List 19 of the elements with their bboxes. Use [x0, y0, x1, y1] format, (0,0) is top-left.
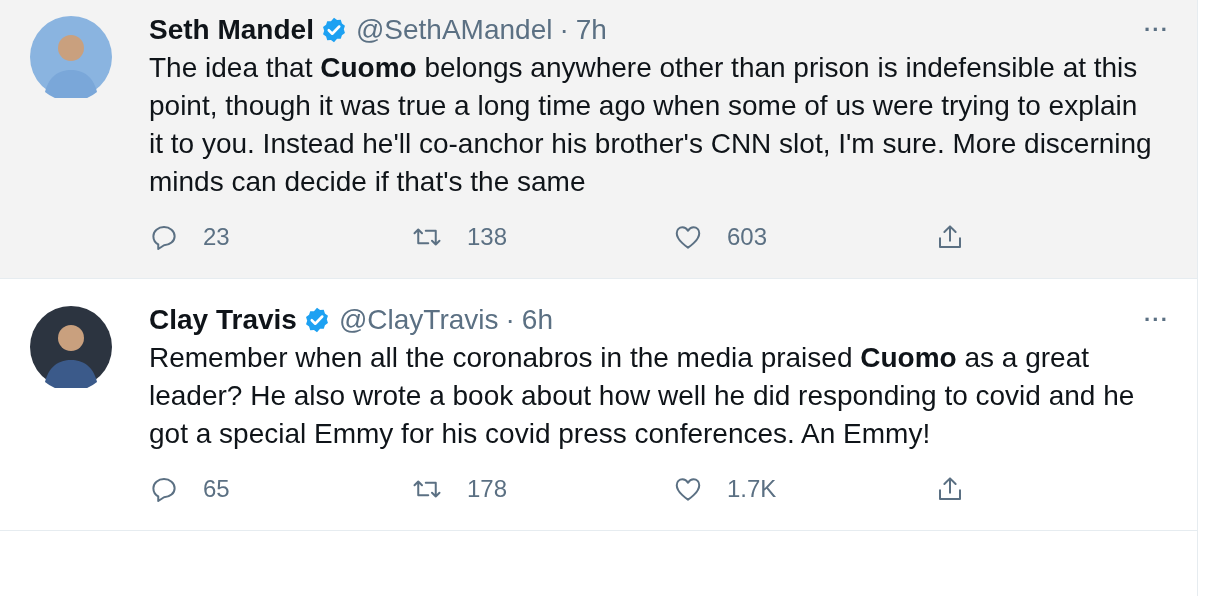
- more-button[interactable]: ···: [1144, 17, 1169, 43]
- user-handle: @ClayTravis: [338, 304, 499, 336]
- user-name: Seth Mandel: [149, 14, 314, 46]
- avatar[interactable]: [30, 306, 112, 388]
- tweet-text: Remember when all the coronabros in the media praised Cuomo as a great leader? He also wrote a book about how well he did responding to covid and he got a special Emmy for his covid press conferences. An Emmy!: [149, 341, 1136, 451]
- retweet-count: 178: [467, 475, 508, 503]
- separator-dot: ·: [559, 14, 569, 46]
- like-count: 603: [727, 223, 768, 251]
- reply-count: 23: [203, 223, 230, 251]
- tweet-text: The idea that Cuomo belongs anywhere other than prison is indefensible at this point, though it was true a long time ago when some of us were trying to explain it to you. Instead he'll co-anchor his brother's CNN slot, I'm sure. More discerning minds can decide if that's the same: [149, 51, 1153, 199]
- user-name: Clay Travis: [149, 304, 297, 336]
- like-count: 1.7K: [727, 475, 777, 503]
- more-button[interactable]: ···: [1144, 307, 1169, 333]
- user-handle: @SethAMandel: [355, 14, 553, 46]
- timestamp: 7h: [575, 14, 607, 46]
- separator-dot: ·: [505, 304, 515, 336]
- reply-count: 65: [203, 475, 230, 503]
- timestamp: 6h: [521, 304, 553, 336]
- retweet-count: 138: [467, 223, 508, 251]
